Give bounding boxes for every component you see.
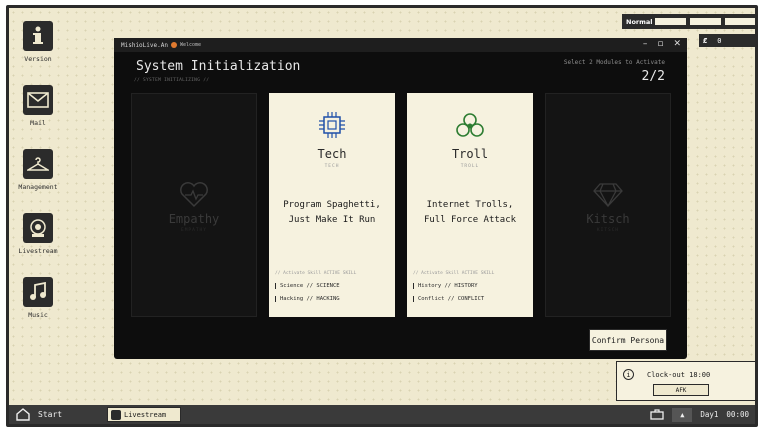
webcam-icon bbox=[111, 409, 121, 420]
status-dot-icon bbox=[170, 42, 177, 48]
start-button[interactable]: Start bbox=[9, 408, 62, 421]
coin-icon: Ȼ bbox=[703, 36, 708, 45]
desktop-icon-label: Version bbox=[24, 55, 52, 63]
skill-item: Conflict // CONFLICT bbox=[413, 296, 484, 302]
desktop-icon-management[interactable]: Management bbox=[17, 149, 59, 191]
module-description: Program Spaghetti, Just Make It Run bbox=[283, 200, 381, 225]
module-name: Tech bbox=[317, 147, 347, 161]
notification-message: Clock-out 18:00 bbox=[647, 371, 711, 379]
desktop-icon-label: Livestream bbox=[18, 247, 58, 255]
module-code: EMPATHY bbox=[181, 228, 207, 233]
module-code: TROLL bbox=[460, 164, 480, 169]
clock-time: 00:00 bbox=[726, 410, 749, 419]
desktop-icon-label: Management bbox=[18, 183, 58, 191]
desktop-icon-version[interactable]: Version bbox=[17, 21, 59, 63]
desktop-icon-label: Mail bbox=[30, 119, 46, 127]
hanger-icon bbox=[23, 149, 53, 179]
biohazard-icon bbox=[455, 111, 485, 143]
desktop: Version Mail Management Livestream Music… bbox=[6, 5, 758, 427]
briefcase-icon[interactable] bbox=[650, 409, 665, 420]
desktop-icon-mail[interactable]: Mail bbox=[17, 85, 59, 127]
module-name: Kitsch bbox=[586, 212, 630, 226]
day-label: Day1 bbox=[700, 410, 719, 419]
page-title: System Initialization bbox=[136, 59, 301, 74]
module-name: Troll bbox=[451, 147, 489, 161]
taskbar: Start Livestream ▲ Day1 00:00 bbox=[9, 405, 755, 424]
persona-window: MishioLive.An Welcome – ▫ ✕ System Initi… bbox=[114, 38, 687, 359]
window-title: MishioLive.An bbox=[121, 41, 168, 49]
module-card-empathy[interactable]: Empathy EMPATHY bbox=[131, 93, 257, 317]
taskbar-item-livestream[interactable]: Livestream bbox=[107, 407, 181, 422]
diamond-icon bbox=[593, 182, 623, 212]
music-note-icon bbox=[23, 277, 53, 307]
confirm-persona-button[interactable]: Confirm Persona bbox=[589, 329, 667, 351]
mode-bar: Normal bbox=[622, 14, 755, 29]
mode-segment[interactable] bbox=[724, 17, 755, 26]
skill-item: Science // SCIENCE bbox=[275, 283, 340, 289]
module-code: TECH bbox=[324, 164, 340, 169]
module-code: KITSCH bbox=[596, 228, 620, 233]
taskbar-item-label: Livestream bbox=[124, 410, 167, 419]
system-tray: ▲ Day1 00:00 bbox=[650, 405, 749, 424]
tray-expand-button[interactable]: ▲ bbox=[672, 407, 693, 422]
desktop-icon-label: Music bbox=[28, 311, 48, 319]
minimize-icon[interactable]: – bbox=[643, 39, 648, 49]
mode-label: Normal bbox=[626, 17, 653, 26]
home-icon bbox=[16, 408, 30, 421]
skill-header: // Activate Skill ACTIVE SKILL bbox=[413, 271, 495, 276]
window-titlebar[interactable]: MishioLive.An Welcome bbox=[114, 38, 687, 52]
module-card-tech[interactable]: Tech TECH Program Spaghetti, Just Make I… bbox=[269, 93, 395, 317]
skill-item: Hacking // HACKING bbox=[275, 296, 340, 302]
mail-icon bbox=[23, 85, 53, 115]
module-card-kitsch[interactable]: Kitsch KITSCH bbox=[545, 93, 671, 317]
info-circle-icon: i bbox=[623, 369, 634, 380]
select-count: 2/2 bbox=[641, 69, 665, 84]
heart-pulse-icon bbox=[179, 182, 209, 212]
start-label: Start bbox=[38, 410, 63, 419]
chip-icon bbox=[318, 111, 346, 143]
info-icon bbox=[23, 21, 53, 51]
module-name: Empathy bbox=[168, 212, 220, 226]
webcam-icon bbox=[23, 213, 53, 243]
select-hint: Select 2 Modules to Activate bbox=[563, 59, 665, 66]
chevron-up-icon: ▲ bbox=[680, 410, 685, 419]
clockout-notification: i Clock-out 18:00 AFK bbox=[616, 361, 755, 401]
mode-segment[interactable] bbox=[654, 17, 687, 26]
close-icon[interactable]: ✕ bbox=[673, 39, 681, 49]
currency-display: Ȼ 0 bbox=[699, 34, 755, 47]
skill-item: History // HISTORY bbox=[413, 283, 478, 289]
desktop-icon-music[interactable]: Music bbox=[17, 277, 59, 319]
maximize-icon[interactable]: ▫ bbox=[657, 39, 663, 49]
afk-button[interactable]: AFK bbox=[653, 384, 709, 396]
module-description: Internet Trolls, Full Force Attack bbox=[423, 200, 517, 225]
module-card-troll[interactable]: Troll TROLL Internet Trolls, Full Force … bbox=[407, 93, 533, 317]
currency-value: 0 bbox=[717, 36, 722, 45]
desktop-icon-livestream[interactable]: Livestream bbox=[17, 213, 59, 255]
mode-segment[interactable] bbox=[689, 17, 722, 26]
window-subtitle: Welcome bbox=[179, 42, 202, 48]
page-subtitle: // SYSTEM INITIALIZING // bbox=[134, 78, 210, 83]
skill-header: // Activate Skill ACTIVE SKILL bbox=[275, 271, 357, 276]
